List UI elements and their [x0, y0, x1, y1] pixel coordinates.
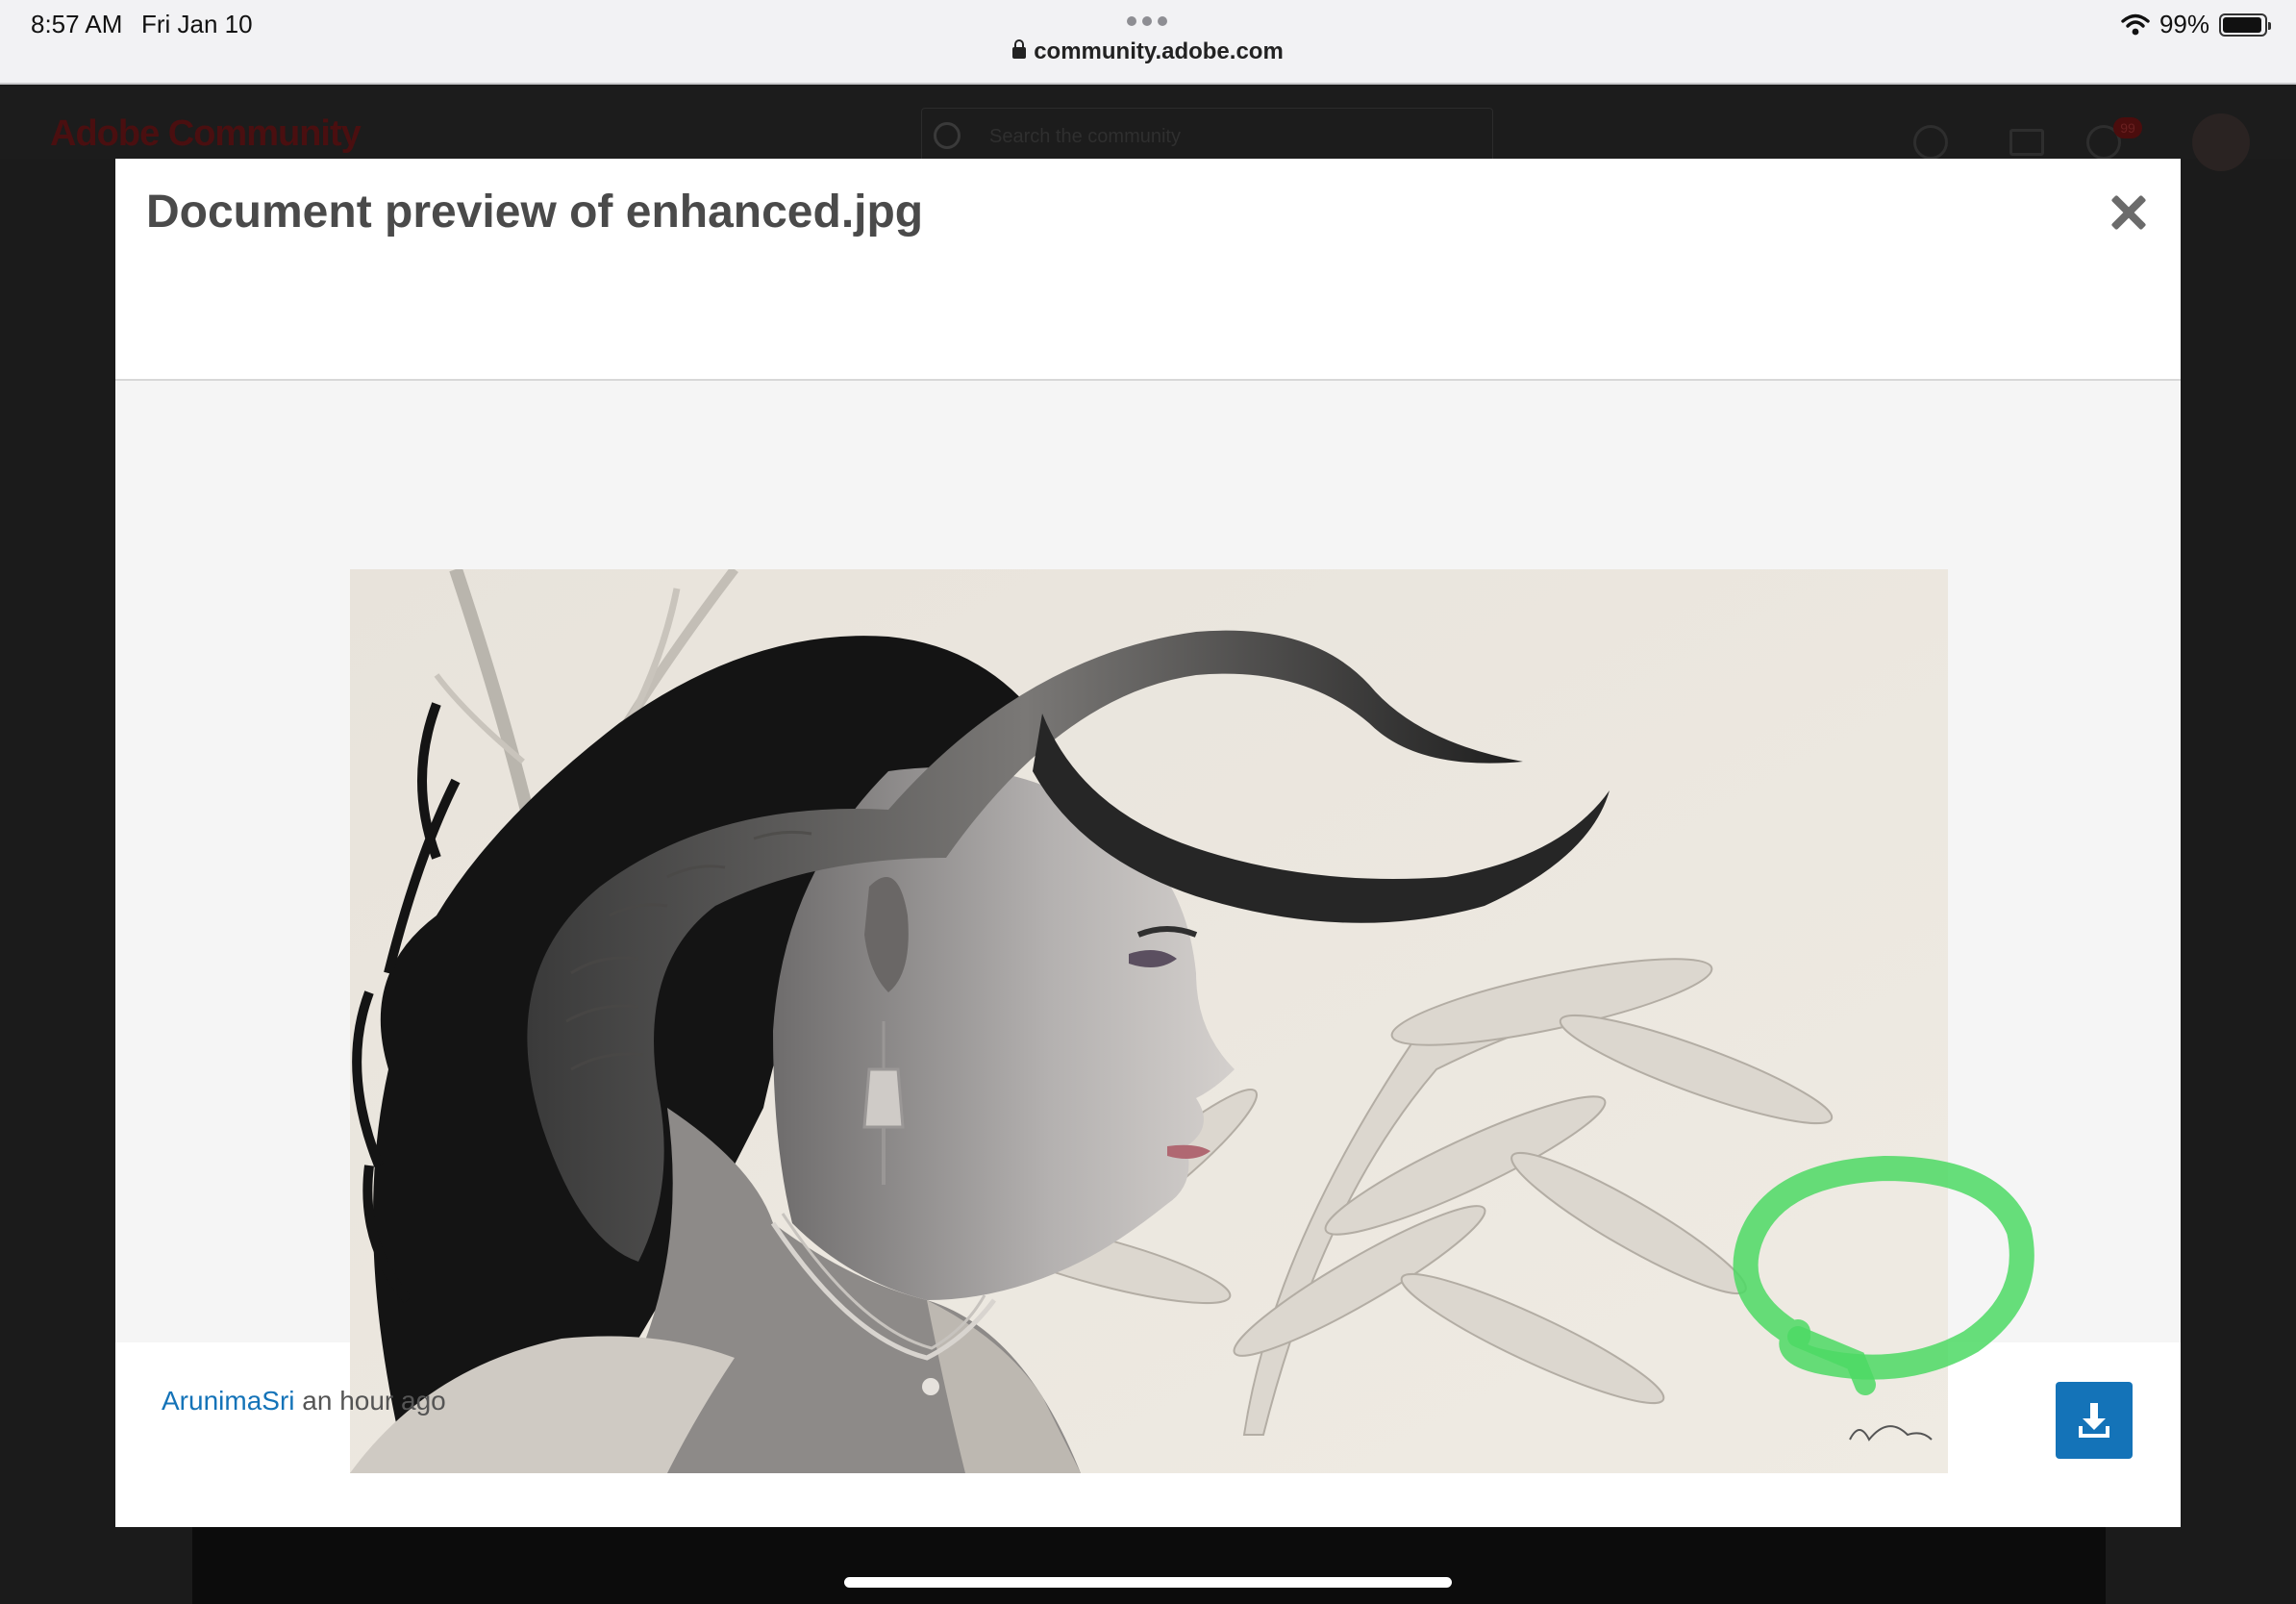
site-logo: Adobe Community	[50, 113, 362, 154]
avatar	[2192, 113, 2250, 171]
lock-icon	[1012, 39, 1027, 59]
background-content	[192, 1527, 2106, 1604]
site-search-placeholder: Search the community	[989, 126, 1181, 147]
battery-percent: 99%	[2159, 10, 2209, 38]
post-time: an hour ago	[302, 1386, 446, 1416]
multitasking-dots-icon[interactable]	[1127, 16, 1167, 26]
notification-badge: 99	[2113, 117, 2142, 138]
author-link[interactable]: ArunimaSri	[162, 1386, 294, 1416]
download-button[interactable]	[2056, 1382, 2133, 1459]
site-header: Adobe Community Search the community 99	[0, 87, 2296, 171]
status-time: 8:57 AM	[31, 10, 123, 38]
download-icon	[2079, 1403, 2109, 1438]
modal-title: Document preview of enhanced.jpg	[146, 187, 924, 238]
site-search-input: Search the community	[921, 108, 1493, 165]
address-bar[interactable]: community.adobe.com	[0, 38, 2296, 65]
preview-area	[115, 381, 2181, 1473]
preview-image	[350, 569, 1948, 1473]
document-preview-modal: Document preview of enhanced.jpg Arunima…	[115, 159, 2181, 1527]
wifi-icon	[2121, 13, 2150, 35]
status-date: Fri Jan 10	[141, 10, 253, 38]
home-indicator[interactable]	[844, 1577, 1452, 1588]
globe-icon	[1913, 125, 1948, 160]
post-meta: ArunimaSri an hour ago	[162, 1386, 446, 1416]
address-bar-url: community.adobe.com	[1034, 38, 1284, 64]
close-icon[interactable]	[2109, 193, 2148, 232]
search-icon	[934, 122, 961, 149]
battery-icon	[2219, 13, 2271, 37]
status-bar: 8:57 AM Fri Jan 10 community.adobe.com 9…	[0, 0, 2296, 85]
mail-icon	[2009, 129, 2044, 156]
